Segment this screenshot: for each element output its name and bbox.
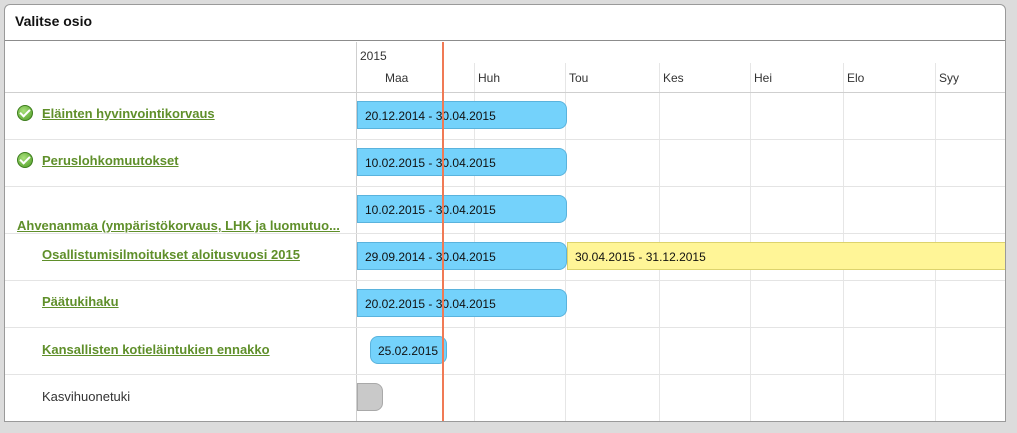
period-bar[interactable]: 29.09.2014 - 30.04.2015: [357, 242, 567, 270]
month-label: Kes: [663, 71, 684, 85]
period-bar[interactable]: 20.12.2014 - 30.04.2015: [357, 101, 567, 129]
month-label: Syy: [939, 71, 960, 85]
select-section-panel: Valitse osio 2015 Maa Huh Tou Kes Hei El…: [4, 4, 1006, 422]
section-link-paatukihaku[interactable]: Päätukihaku: [42, 294, 119, 309]
month-label: Maa: [385, 71, 409, 85]
section-link-peruslohkomuutokset[interactable]: Peruslohkomuutokset: [42, 153, 179, 168]
period-bar-inactive: [357, 383, 383, 411]
row-divider: [5, 327, 1005, 328]
month-label: Elo: [847, 71, 865, 85]
row-divider: [5, 186, 1005, 187]
label-column-divider: [356, 42, 357, 421]
period-bar[interactable]: 10.02.2015 - 30.04.2015: [357, 195, 567, 223]
period-bar-upcoming[interactable]: 30.04.2015 - 31.12.2015: [567, 242, 1005, 270]
row-divider: [5, 374, 1005, 375]
today-marker-line: [442, 42, 444, 421]
row-divider: [5, 139, 1005, 140]
checkmark-icon: [17, 105, 33, 121]
section-link-osallistumisilmoitukset[interactable]: Osallistumisilmoitukset aloitusvuosi 201…: [42, 247, 300, 262]
month-label: Tou: [569, 71, 589, 85]
month-label: Hei: [754, 71, 773, 85]
period-bar[interactable]: 10.02.2015 - 30.04.2015: [357, 148, 567, 176]
section-label-kasvihuonetuki: Kasvihuonetuki: [42, 389, 131, 404]
row-divider: [5, 233, 1005, 234]
panel-title: Valitse osio: [15, 13, 93, 29]
period-bar[interactable]: 20.02.2015 - 30.04.2015: [357, 289, 567, 317]
section-link-elainten-hyvinvointikorvaus[interactable]: Eläinten hyvinvointikorvaus: [42, 106, 215, 121]
section-link-ahvenanmaa[interactable]: Ahvenanmaa (ympäristökorvaus, LHK ja luo…: [17, 218, 340, 233]
gantt-timeline: 2015 Maa Huh Tou Kes Hei Elo Syy Eläinte…: [5, 42, 1005, 421]
section-link-kotielaintukien-ennakko[interactable]: Kansallisten kotieläintukien ennakko: [42, 342, 270, 357]
timeline-year: 2015: [360, 49, 387, 63]
header-divider: [5, 92, 1005, 93]
checkmark-icon: [17, 152, 33, 168]
panel-header: Valitse osio: [5, 5, 1005, 41]
period-bar[interactable]: 25.02.2015: [370, 336, 447, 364]
month-label: Huh: [478, 71, 501, 85]
row-divider: [5, 280, 1005, 281]
